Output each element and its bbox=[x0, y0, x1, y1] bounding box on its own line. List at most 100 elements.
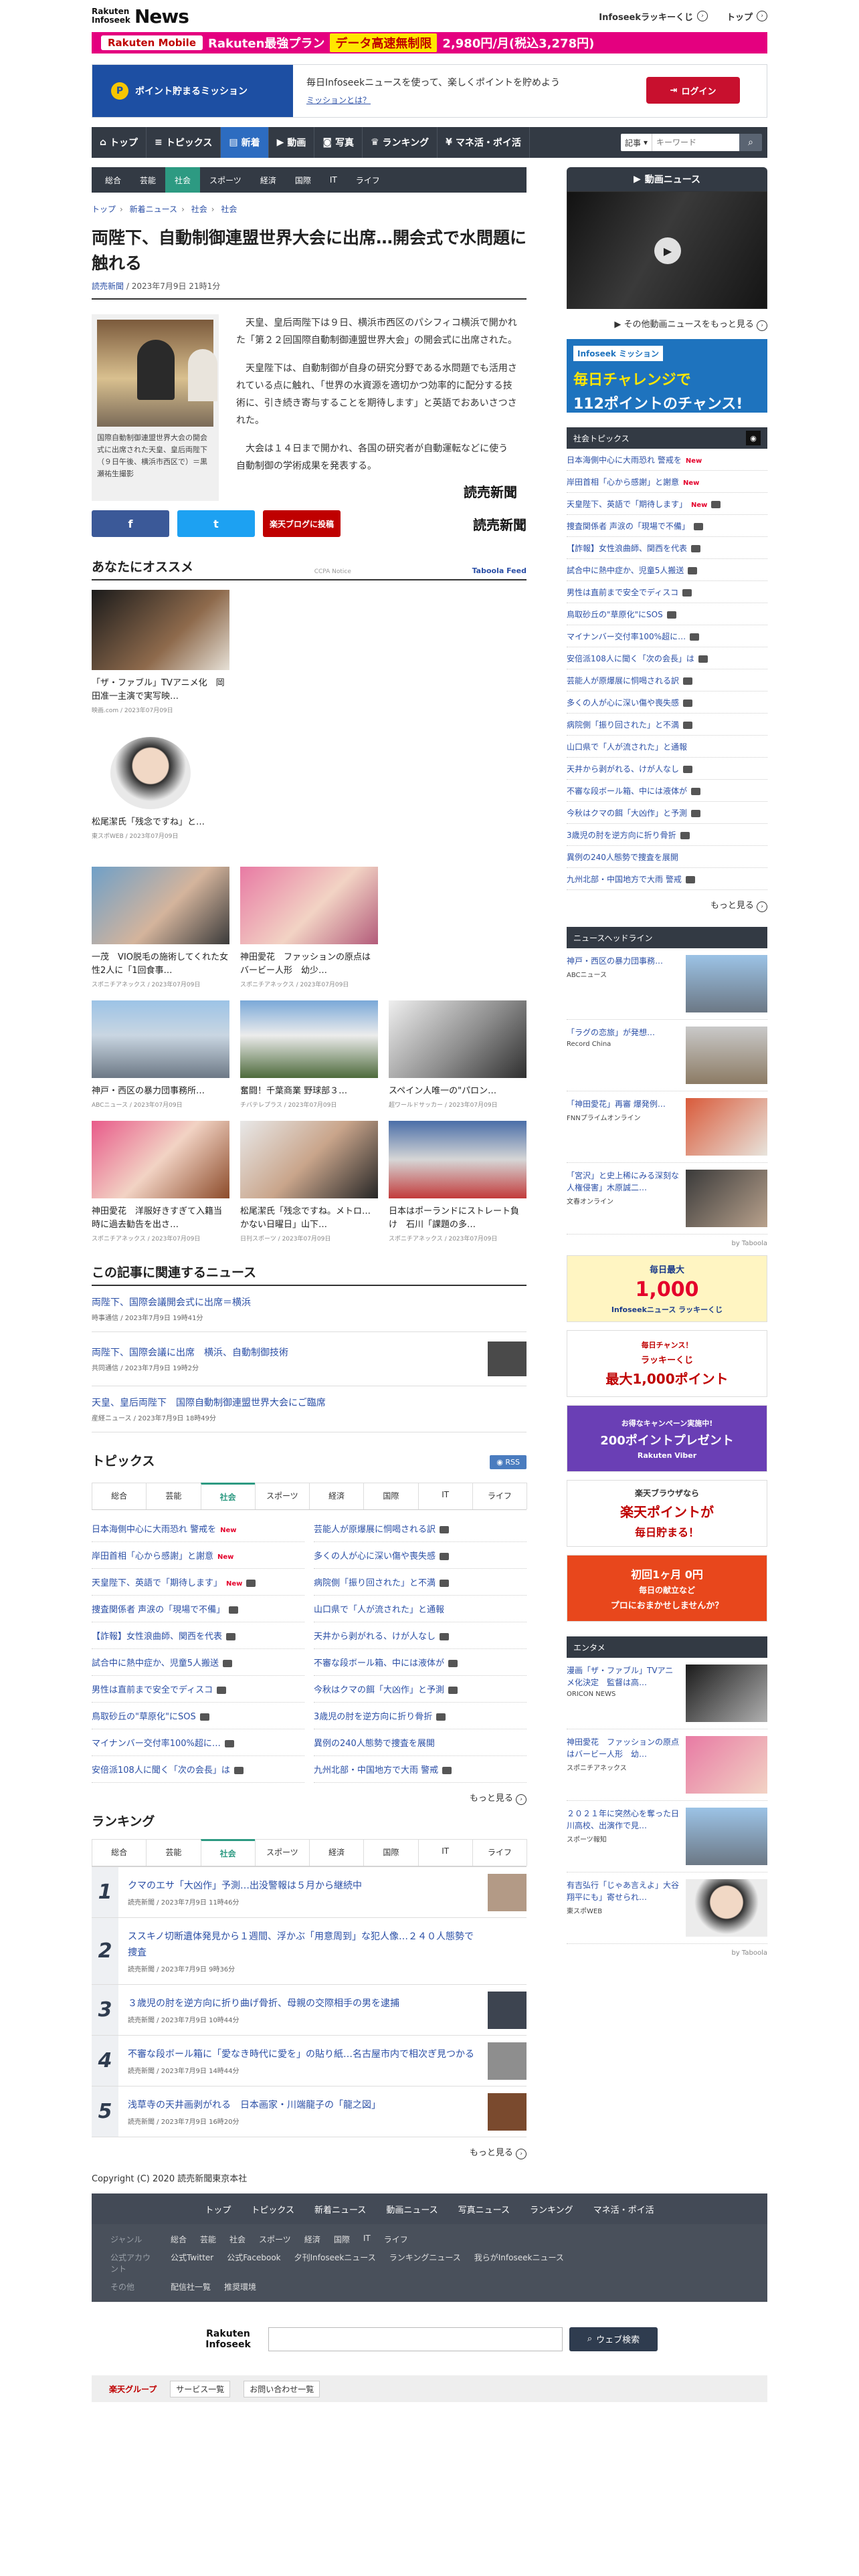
tab[interactable]: 経済 bbox=[309, 1483, 365, 1509]
article-image[interactable] bbox=[97, 320, 213, 427]
search-input[interactable] bbox=[652, 134, 739, 151]
facebook-share-button[interactable]: f bbox=[92, 510, 169, 537]
topic-link[interactable]: 【詐報】女性浪曲師、関西を代表 bbox=[567, 537, 767, 559]
topic-link[interactable]: 日本海側中心に大雨恐れ 警戒を New bbox=[92, 1515, 304, 1542]
ranking-item[interactable]: 4 不審な段ボール箱に「愛なき時代に愛を」の貼り紙…名古屋市内で相次ぎ見つかる 読売… bbox=[92, 2036, 527, 2086]
recommend-card[interactable]: 神田愛花 ファッションの原点はバービー人形 幼少… スポニチアネックス / 20… bbox=[240, 867, 378, 988]
topic-link[interactable]: マイナンバー交付率100%超に… bbox=[567, 625, 767, 647]
topic-link[interactable]: 不審な段ボール箱、中には液体が bbox=[314, 1649, 527, 1676]
headline-item[interactable]: 「ラグの恋旅」が発想… Record China bbox=[567, 1020, 767, 1091]
related-thumb[interactable] bbox=[488, 1341, 527, 1376]
topic-link[interactable]: 試合中に熱中症か、児童5人搬送 bbox=[567, 559, 767, 581]
tab[interactable]: 芸能 bbox=[146, 1483, 201, 1509]
ranking-item[interactable]: 5 浅草寺の天井画剥がれる 日本画家・川端龍子の「龍之図」 読売新聞 / 2023年… bbox=[92, 2086, 527, 2137]
rss-button[interactable]: ◉ RSS bbox=[490, 1455, 527, 1469]
service-list-link[interactable]: サービス一覧 bbox=[170, 2380, 231, 2397]
related-item[interactable]: 天皇、皇后両陛下 国際自動制御連盟世界大会にご臨席 産経ニュース / 2023年7… bbox=[92, 1386, 527, 1432]
headline-item[interactable]: 「神田愛花」再審 爆発例… FNNプライムオンライン bbox=[567, 1091, 767, 1163]
headline-item[interactable]: 神戸・西区の暴力団事務… ABCニュース bbox=[567, 948, 767, 1020]
topic-link[interactable]: 多くの人が心に深い傷や喪失感 bbox=[314, 1542, 527, 1569]
rss-icon[interactable]: ◉ bbox=[746, 431, 761, 445]
breadcrumb-item[interactable]: トップ bbox=[92, 205, 116, 214]
related-item[interactable]: 両陛下、国際会議に出席 横浜、自動制御技術 共同通信 / 2023年7月9日 19… bbox=[92, 1332, 527, 1386]
entame-item[interactable]: 神田愛花 ファッションの原点はバービー人形 幼… スポニチアネックス bbox=[567, 1729, 767, 1801]
side-ad-viber[interactable]: お得なキャンペーン実施中! 200ポイントプレゼント Rakuten Viber bbox=[567, 1405, 767, 1472]
social-more-link[interactable]: もっと見る › bbox=[567, 898, 767, 912]
footer-link[interactable]: IT bbox=[363, 2234, 371, 2245]
recommend-thumb[interactable] bbox=[92, 1121, 229, 1198]
article-source[interactable]: 読売新聞 bbox=[92, 282, 124, 291]
topic-link[interactable]: マイナンバー交付率100%超に… bbox=[92, 1729, 304, 1756]
topic-link[interactable]: 捜査関係者 声涙の「現場で不備」 bbox=[567, 515, 767, 537]
tab[interactable]: 芸能 bbox=[146, 1839, 201, 1866]
recommend-thumb-round[interactable] bbox=[110, 737, 191, 809]
recommend-thumb[interactable] bbox=[92, 590, 229, 670]
footer-link[interactable]: 社会 bbox=[229, 2234, 246, 2245]
recommend-card[interactable]: 神田愛花 洋服好きすぎて入籍当時に過去勧告を出さ… スポニチアネックス / 20… bbox=[92, 1121, 229, 1243]
headline-thumb[interactable] bbox=[686, 1098, 767, 1156]
tab[interactable]: ライフ bbox=[472, 1483, 527, 1509]
entame-item[interactable]: 漫画「ザ・ファブル」TVアニメ化決定 監督は高… ORICON NEWS bbox=[567, 1658, 767, 1729]
ranking-thumb[interactable] bbox=[488, 2042, 527, 2080]
taboola-credit[interactable]: by Taboola bbox=[567, 1949, 767, 1957]
entame-thumb[interactable] bbox=[686, 1879, 767, 1937]
footer-link[interactable]: 芸能 bbox=[200, 2234, 216, 2245]
search-type-select[interactable]: 記事 ▾ bbox=[620, 134, 652, 151]
breadcrumb-item[interactable]: 社会 bbox=[191, 205, 207, 214]
topic-link[interactable]: 3歳児の肘を逆方向に折り骨折 bbox=[567, 824, 767, 846]
recommend-card[interactable]: 神戸・西区の暴力団事務所… ABCニュース / 2023年07月09日 bbox=[92, 1000, 229, 1109]
topic-link[interactable]: 多くの人が心に深い傷や喪失感 bbox=[567, 691, 767, 714]
topic-link[interactable]: 試合中に熱中症か、児童5人搬送 bbox=[92, 1649, 304, 1676]
ranking-thumb[interactable] bbox=[488, 1873, 527, 1911]
headline-thumb[interactable] bbox=[686, 1027, 767, 1084]
footer-link[interactable]: 総合 bbox=[171, 2234, 187, 2245]
tab[interactable]: 総合 bbox=[92, 1483, 147, 1509]
recommend-thumb[interactable] bbox=[92, 1000, 229, 1078]
side-ad-recipe[interactable]: 初回1ヶ月 0円 毎日の献立など プロにおまかせしませんか？ bbox=[567, 1555, 767, 1622]
footer-link[interactable]: 推奨環境 bbox=[224, 2281, 256, 2292]
ranking-thumb[interactable] bbox=[488, 2092, 527, 2131]
topic-link[interactable]: 鳥取砂丘の"草原化"にSOS bbox=[567, 603, 767, 625]
footer-link[interactable]: 公式Facebook bbox=[227, 2252, 280, 2274]
recommend-thumb[interactable] bbox=[240, 867, 378, 944]
nav-photo[interactable]: ◙ 写真 bbox=[314, 127, 363, 158]
footer-nav-item[interactable]: マネ活・ポイ活 bbox=[593, 2203, 654, 2216]
topic-link[interactable]: 不審な段ボール箱、中には液体が bbox=[567, 780, 767, 802]
topic-link[interactable]: 病院側「振り回された」と不満 bbox=[567, 714, 767, 736]
tab[interactable]: ライフ bbox=[472, 1839, 527, 1866]
nav-money[interactable]: ¥ マネ活・ポイ活 bbox=[438, 127, 530, 158]
related-item[interactable]: 両陛下、国際会議開会式に出席＝横浜 時事通信 / 2023年7月9日 19時41分 bbox=[92, 1286, 527, 1332]
breadcrumb-item[interactable]: 新着ニュース bbox=[130, 205, 177, 214]
nav-video[interactable]: ▶ 動画 bbox=[269, 127, 315, 158]
side-ad-lottery[interactable]: 毎日最大 1,000 Infoseekニュース ラッキーくじ bbox=[567, 1255, 767, 1322]
nav-ranking[interactable]: ♛ ランキング bbox=[363, 127, 438, 158]
topic-link[interactable]: 日本海側中心に大雨恐れ 警戒を New bbox=[567, 449, 767, 471]
topic-link[interactable]: 今秋はクマの餌「大凶作」と予測 bbox=[314, 1676, 527, 1703]
recommend-card[interactable]: 日本はポーランドにストレート負け 石川「課題の多… スポニチアネックス / 20… bbox=[389, 1121, 527, 1243]
login-button[interactable]: ⇥ ログイン bbox=[646, 77, 740, 104]
tab[interactable]: IT bbox=[417, 1483, 473, 1509]
subnav-item[interactable]: 経済 bbox=[251, 167, 286, 193]
footer-link[interactable]: スポーツ bbox=[259, 2234, 291, 2245]
recommend-thumb[interactable] bbox=[389, 1000, 527, 1078]
topic-link[interactable]: 芸能人が原爆展に恫喝される訳 bbox=[567, 669, 767, 691]
search-button[interactable]: ⌕ bbox=[739, 134, 762, 151]
ranking-item[interactable]: 2 ススキノ切断遺体発見から１週間、浮かぶ「用意周到」な犯人像…２４０人態勢で捜査… bbox=[92, 1918, 527, 1985]
entame-thumb[interactable] bbox=[686, 1736, 767, 1794]
tab-active[interactable]: 社会 bbox=[200, 1483, 256, 1509]
nav-top[interactable]: ⌂ トップ bbox=[92, 127, 147, 158]
recommend-card[interactable]: 奮闘！千葉商業 野球部３… チバテレプラス / 2023年07月09日 bbox=[240, 1000, 378, 1109]
recommend-card[interactable]: 「ザ・ファブル」TVアニメ化 岡田准一主演で実写映… 映画.com / 2023… bbox=[92, 590, 229, 714]
recommend-thumb[interactable] bbox=[240, 1000, 378, 1078]
footer-nav-item[interactable]: ランキング bbox=[530, 2203, 573, 2216]
footer-link[interactable]: 我らがInfoseekニュース bbox=[474, 2252, 564, 2274]
footer-link[interactable]: 配信社一覧 bbox=[171, 2281, 211, 2292]
mobile-ad-banner[interactable]: Rakuten Mobile Rakuten最強プラン データ高速無制限 2,9… bbox=[92, 32, 767, 53]
tab[interactable]: 国際 bbox=[363, 1483, 419, 1509]
headline-thumb[interactable] bbox=[686, 955, 767, 1012]
topic-link[interactable]: 天皇陛下、英語で「期待します」 New bbox=[567, 493, 767, 515]
rakuten-blog-button[interactable]: 楽天ブログに投稿 bbox=[263, 510, 341, 537]
recommend-card[interactable]: 松尾潔氏「残念ですね。メトロ…かない日曜日」山下… 日刊スポーツ / 2023年… bbox=[240, 1121, 378, 1243]
subnav-item[interactable]: ライフ bbox=[347, 167, 389, 193]
entame-thumb[interactable] bbox=[686, 1808, 767, 1865]
